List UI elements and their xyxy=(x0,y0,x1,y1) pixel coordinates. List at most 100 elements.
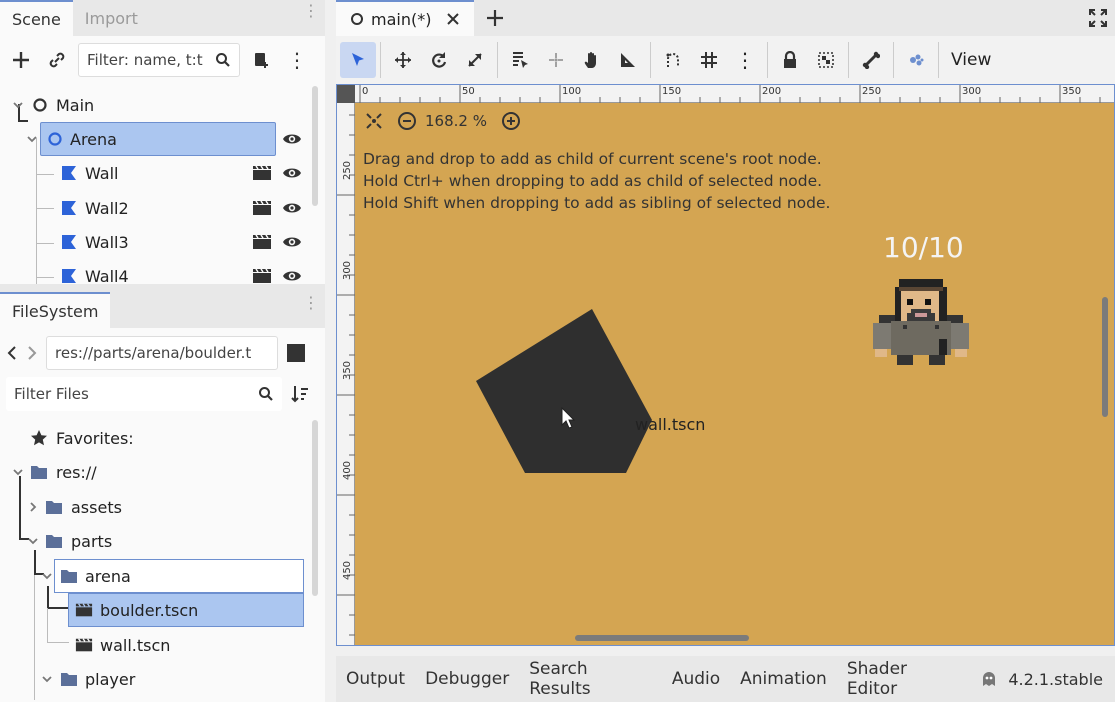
filesystem-filter-input[interactable]: Filter Files xyxy=(6,377,282,411)
sort-icon[interactable] xyxy=(290,384,310,404)
scene-dock-menu-icon[interactable]: ⋮ xyxy=(303,3,319,19)
fs-item-arena[interactable]: arena xyxy=(0,559,312,593)
forward-arrow-icon[interactable] xyxy=(26,345,38,361)
drop-hint-line: Hold Ctrl+ when dropping to add as child… xyxy=(363,172,823,190)
center-view-icon[interactable] xyxy=(365,112,383,130)
tab-debugger[interactable]: Debugger xyxy=(425,669,509,689)
tree-item-arena[interactable]: Arena xyxy=(0,122,312,156)
toolbar-separator xyxy=(380,42,381,78)
toggle-split-mode-icon[interactable] xyxy=(286,343,306,363)
tab-import[interactable]: Import xyxy=(73,0,150,36)
filesystem-scrollbar[interactable] xyxy=(312,420,318,596)
tree-item-wall2[interactable]: Wall2 xyxy=(0,191,312,225)
close-tab-icon[interactable] xyxy=(446,12,460,26)
fs-item-favorites[interactable]: Favorites: xyxy=(0,421,312,455)
pivot-mode-button[interactable] xyxy=(538,42,574,78)
particles-icon[interactable] xyxy=(898,42,934,78)
node2d-icon xyxy=(350,12,364,26)
zoom-level[interactable]: 168.2 % xyxy=(425,112,487,130)
canvas-v-scrollbar[interactable] xyxy=(1102,297,1108,417)
ruler-mode-button[interactable] xyxy=(610,42,646,78)
toolbar-separator xyxy=(650,42,651,78)
attach-script-button[interactable] xyxy=(246,45,276,75)
tab-output[interactable]: Output xyxy=(346,669,405,689)
tab-filesystem[interactable]: FileSystem xyxy=(0,292,111,328)
tree-item-wall4[interactable]: Wall4 xyxy=(0,259,312,284)
filesystem-path-row: res://parts/arena/boulder.t xyxy=(6,336,306,370)
lock-icon[interactable] xyxy=(772,42,808,78)
scene-filter-input[interactable]: Filter: name, t:t xyxy=(78,43,240,77)
tab-search-results[interactable]: Search Results xyxy=(529,659,652,699)
eye-icon[interactable] xyxy=(282,200,302,216)
packed-scene-icon xyxy=(75,637,93,653)
back-arrow-icon[interactable] xyxy=(6,345,18,361)
chevron-down-icon[interactable] xyxy=(41,673,53,685)
tab-animation[interactable]: Animation xyxy=(740,669,827,689)
tab-scene[interactable]: Scene xyxy=(0,0,73,36)
fs-item-boulder[interactable]: boulder.tscn xyxy=(0,593,312,627)
chevron-down-icon[interactable] xyxy=(12,99,24,111)
tree-item-wall3[interactable]: Wall3 xyxy=(0,225,312,259)
chevron-down-icon[interactable] xyxy=(41,570,53,582)
drop-hint-line: Drag and drop to add as child of current… xyxy=(363,150,822,168)
staticbody-icon xyxy=(60,267,78,284)
eye-icon[interactable] xyxy=(282,268,302,284)
chevron-down-icon[interactable] xyxy=(12,466,24,478)
scene-toolbar: Filter: name, t:t ⋮ xyxy=(0,36,325,84)
ruler-tick-label: 250 xyxy=(862,86,882,97)
rotate-mode-button[interactable] xyxy=(421,42,457,78)
ruler-tick-label: 150 xyxy=(662,86,682,97)
drop-hints: Drag and drop to add as child of current… xyxy=(363,148,830,214)
open-scene-icon[interactable] xyxy=(252,268,272,284)
folder-icon xyxy=(30,464,48,480)
filesystem-dock-menu-icon[interactable]: ⋮ xyxy=(303,295,319,311)
group-icon[interactable] xyxy=(808,42,844,78)
add-scene-tab-button[interactable] xyxy=(486,9,504,27)
filesystem-path-input[interactable]: res://parts/arena/boulder.t xyxy=(46,336,278,370)
fs-item-wall[interactable]: wall.tscn xyxy=(0,628,312,662)
instance-scene-button[interactable] xyxy=(42,45,72,75)
snap-options-icon[interactable]: ⋮ xyxy=(727,42,763,78)
list-select-button[interactable] xyxy=(502,42,538,78)
view-menu-button[interactable]: View xyxy=(943,50,999,70)
fs-item-player[interactable]: player xyxy=(0,662,312,696)
eye-icon[interactable] xyxy=(282,234,302,250)
scene-options-icon[interactable]: ⋮ xyxy=(282,45,312,75)
tab-audio[interactable]: Audio xyxy=(672,669,720,689)
fs-item-parts[interactable]: parts xyxy=(0,524,312,558)
select-mode-button[interactable] xyxy=(340,42,376,78)
skeleton-icon[interactable] xyxy=(853,42,889,78)
add-node-button[interactable] xyxy=(6,45,36,75)
chevron-down-icon[interactable] xyxy=(27,535,39,547)
open-scene-icon[interactable] xyxy=(252,165,272,181)
zoom-in-icon[interactable] xyxy=(501,111,521,131)
tab-shader-editor[interactable]: Shader Editor xyxy=(847,659,961,699)
fs-item-label: res:// xyxy=(56,462,97,482)
open-scene-icon[interactable] xyxy=(252,200,272,216)
canvas-viewport[interactable]: 0 50 100 150 200 250 300 350 250 300 350… xyxy=(336,84,1115,646)
godot-logo-icon[interactable] xyxy=(980,670,998,688)
canvas-h-scrollbar[interactable] xyxy=(575,635,749,641)
fs-item-assets[interactable]: assets xyxy=(0,490,312,524)
zoom-out-icon[interactable] xyxy=(397,111,417,131)
smart-snap-button[interactable] xyxy=(655,42,691,78)
tree-item-label: Wall4 xyxy=(85,266,129,285)
chevron-down-icon[interactable] xyxy=(26,133,38,145)
scene-tab-main[interactable]: main(*) xyxy=(336,0,474,36)
scene-tree-scrollbar[interactable] xyxy=(312,86,318,206)
eye-icon[interactable] xyxy=(282,165,302,181)
tree-item-wall[interactable]: Wall xyxy=(0,156,312,190)
ruler-top: 0 50 100 150 200 250 300 350 xyxy=(355,85,1114,103)
tree-item-main[interactable]: Main xyxy=(0,88,312,122)
pan-mode-button[interactable] xyxy=(574,42,610,78)
fs-item-res-root[interactable]: res:// xyxy=(0,455,312,489)
tree-item-actions xyxy=(282,131,302,147)
eye-icon[interactable] xyxy=(282,131,302,147)
chevron-right-icon[interactable] xyxy=(27,501,39,513)
open-scene-icon[interactable] xyxy=(252,234,272,250)
mouse-cursor-icon xyxy=(561,407,575,429)
distraction-free-icon[interactable] xyxy=(1089,9,1107,27)
move-mode-button[interactable] xyxy=(385,42,421,78)
grid-snap-button[interactable] xyxy=(691,42,727,78)
scale-mode-button[interactable] xyxy=(457,42,493,78)
